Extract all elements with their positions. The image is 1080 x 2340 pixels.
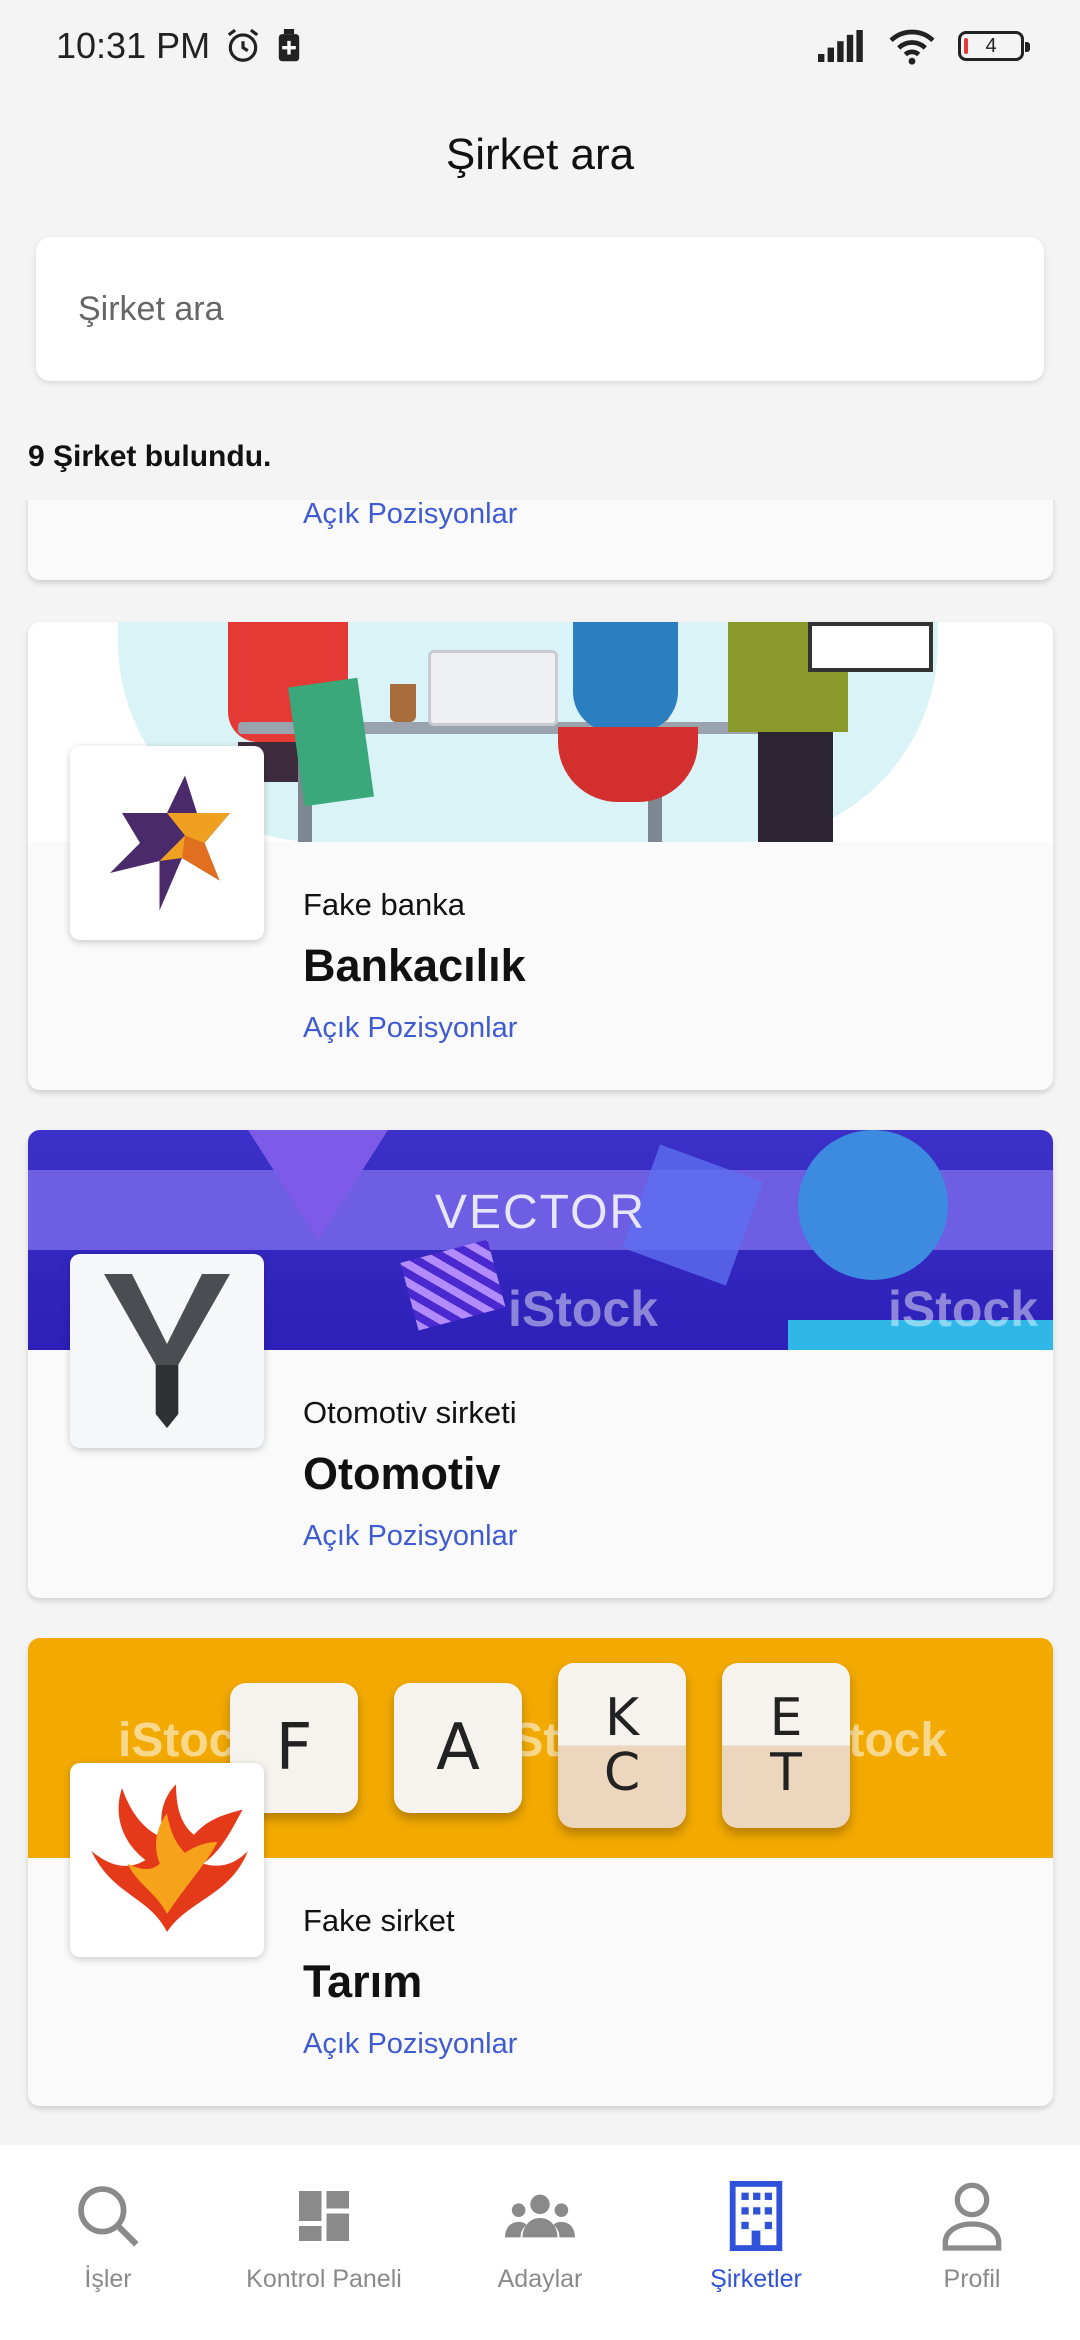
letter-tile: A bbox=[394, 1683, 522, 1813]
building-icon bbox=[721, 2181, 791, 2251]
open-positions-link[interactable]: Açık Pozisyonlar bbox=[303, 1520, 517, 1553]
search-box[interactable] bbox=[36, 237, 1044, 381]
letter-tile-bottom: T bbox=[770, 1742, 802, 1803]
nav-label: Şirketler bbox=[710, 2265, 802, 2293]
nav-item-profile[interactable]: Profil bbox=[872, 2181, 1072, 2294]
company-card-otomotiv[interactable]: VECTOR iStock iStock Otomotiv sirketi Ot… bbox=[28, 1130, 1053, 1598]
company-card[interactable]: Açık Pozisyonlar bbox=[28, 500, 1053, 580]
company-logo bbox=[70, 1254, 264, 1448]
company-logo bbox=[70, 1763, 264, 1957]
letter-tile-top: K bbox=[604, 1687, 640, 1748]
letter-tile-top: E bbox=[769, 1687, 803, 1748]
company-logo bbox=[70, 746, 264, 940]
company-name: Otomotiv sirketi bbox=[303, 1395, 517, 1430]
bottom-nav: İşler Kontrol Paneli Adaylar Şirketler P… bbox=[0, 2145, 1080, 2340]
page-title: Şirket ara bbox=[445, 130, 635, 179]
nav-item-jobs[interactable]: İşler bbox=[8, 2181, 208, 2294]
search-icon bbox=[73, 2181, 143, 2251]
battery-saver-icon bbox=[278, 29, 300, 62]
battery-icon: 4 bbox=[958, 31, 1030, 61]
letter-tile-stack: E T bbox=[722, 1663, 850, 1828]
nav-item-candidates[interactable]: Adaylar bbox=[440, 2181, 640, 2294]
wifi-icon bbox=[889, 29, 935, 65]
watermark-text: iStock bbox=[508, 1281, 659, 1337]
nav-label: Kontrol Paneli bbox=[246, 2265, 402, 2293]
open-positions-link[interactable]: Açık Pozisyonlar bbox=[303, 500, 517, 531]
nav-item-companies[interactable]: Şirketler bbox=[656, 2181, 856, 2294]
company-sector: Tarım bbox=[303, 1956, 423, 2007]
nav-label: İşler bbox=[84, 2265, 132, 2293]
company-name: Fake sirket bbox=[303, 1903, 455, 1938]
search-input[interactable] bbox=[78, 289, 1002, 329]
company-name: Fake banka bbox=[303, 887, 465, 922]
signal-icon bbox=[818, 30, 863, 62]
watermark-text: iStock bbox=[888, 1281, 1039, 1337]
status-bar: 10:31 PM 4 bbox=[0, 0, 1080, 92]
star-arrow-logo-icon bbox=[110, 775, 230, 911]
people-icon bbox=[505, 2181, 575, 2251]
status-time: 10:31 PM bbox=[56, 25, 211, 66]
company-sector: Otomotiv bbox=[303, 1448, 501, 1499]
status-left: 10:31 PM bbox=[56, 25, 302, 67]
nav-label: Adaylar bbox=[497, 2265, 583, 2293]
result-count: 9 Şirket bulundu. bbox=[28, 440, 272, 473]
profile-icon bbox=[937, 2181, 1007, 2251]
dashboard-icon bbox=[289, 2181, 359, 2251]
banner-text: VECTOR bbox=[434, 1186, 647, 1239]
letter-tile-stack: K C bbox=[558, 1663, 686, 1828]
company-card-tarim[interactable]: iStock iStock iStock F A K C E T Fake si… bbox=[28, 1638, 1053, 2106]
phoenix-logo-icon bbox=[91, 1784, 249, 1932]
company-sector: Bankacılık bbox=[303, 940, 526, 991]
open-positions-link[interactable]: Açık Pozisyonlar bbox=[303, 1012, 517, 1045]
nav-label: Profil bbox=[943, 2265, 1001, 2293]
company-card-fake-banka[interactable]: Fake banka Bankacılık Açık Pozisyonlar bbox=[28, 622, 1053, 1090]
open-positions-link[interactable]: Açık Pozisyonlar bbox=[303, 2028, 517, 2061]
nav-item-dashboard[interactable]: Kontrol Paneli bbox=[224, 2181, 424, 2294]
status-right: 4 bbox=[818, 27, 1030, 65]
battery-level: 4 bbox=[985, 34, 997, 57]
y-letter-logo-icon bbox=[104, 1274, 230, 1428]
letter-tile-bottom: C bbox=[603, 1742, 641, 1803]
alarm-icon bbox=[227, 28, 259, 62]
